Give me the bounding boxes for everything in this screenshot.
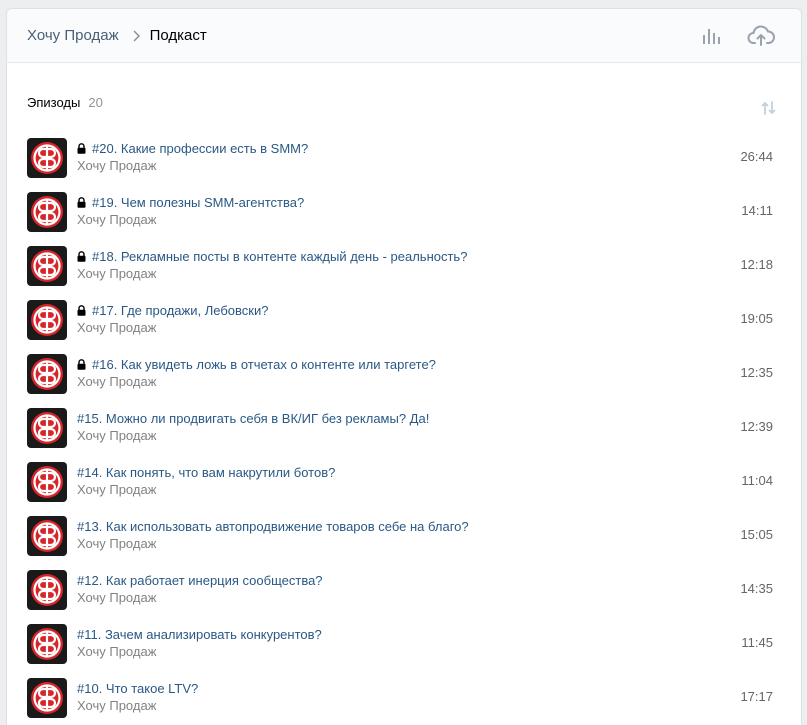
episode-texts: #20. Какие профессии есть в SMM? Хочу Пр…: [77, 134, 308, 174]
episode-duration: 12:39: [740, 419, 773, 434]
episode-row[interactable]: #16. Как увидеть ложь в отчетах о контен…: [7, 350, 801, 404]
episode-title-line: #17. Где продажи, Лебовски?: [77, 301, 268, 319]
episode-row[interactable]: #17. Где продажи, Лебовски? Хочу Продаж …: [7, 296, 801, 350]
breadcrumb-parent-link[interactable]: Хочу Продаж: [27, 27, 119, 44]
episode-duration: 11:04: [741, 473, 773, 488]
episode-row[interactable]: #20. Какие профессии есть в SMM? Хочу Пр…: [7, 134, 801, 188]
episode-row[interactable]: #14. Как понять, что вам накрутили ботов…: [7, 458, 801, 512]
episodes-section-header: Эпизоды 20: [7, 87, 801, 117]
podcast-cover-logo: [27, 300, 67, 340]
bar-chart-icon[interactable]: [701, 26, 721, 46]
episode-author[interactable]: Хочу Продаж: [77, 644, 322, 659]
podcast-cover-logo: [27, 462, 67, 502]
episode-row[interactable]: #15. Можно ли продвигать себя в ВК/ИГ бе…: [7, 404, 801, 458]
episode-duration: 11:45: [741, 635, 773, 650]
episode-duration: 26:44: [740, 149, 773, 164]
episode-row[interactable]: #11. Зачем анализировать конкурентов? Хо…: [7, 620, 801, 674]
episode-author[interactable]: Хочу Продаж: [77, 590, 323, 605]
lock-icon: [77, 250, 86, 262]
episode-row[interactable]: #18. Рекламные посты в контенте каждый д…: [7, 242, 801, 296]
episode-title[interactable]: #17. Где продажи, Лебовски?: [92, 303, 268, 318]
episode-row[interactable]: #12. Как работает инерция сообщества? Хо…: [7, 566, 801, 620]
podcast-cover-logo: [27, 408, 67, 448]
episode-title[interactable]: #14. Как понять, что вам накрутили ботов…: [77, 465, 335, 480]
episode-texts: #19. Чем полезны SMM-агентства? Хочу Про…: [77, 188, 304, 228]
podcast-cover-logo: [27, 138, 67, 178]
episode-duration: 17:17: [740, 689, 773, 704]
podcast-cover-logo: [27, 624, 67, 664]
chevron-right-icon: [132, 30, 140, 42]
episode-duration: 19:05: [740, 311, 773, 326]
episode-row[interactable]: #19. Чем полезны SMM-агентства? Хочу Про…: [7, 188, 801, 242]
podcast-cover-logo: [27, 246, 67, 286]
episode-texts: #13. Как использовать автопродвижение то…: [77, 512, 469, 552]
lock-icon: [77, 142, 86, 154]
episode-title[interactable]: #10. Что такое LTV?: [77, 681, 198, 696]
episode-texts: #12. Как работает инерция сообщества? Хо…: [77, 566, 323, 606]
episode-duration: 14:35: [740, 581, 773, 596]
breadcrumb-current: Подкаст: [149, 27, 207, 44]
episode-title[interactable]: #16. Как увидеть ложь в отчетах о контен…: [92, 357, 436, 372]
episode-title-line: #14. Как понять, что вам накрутили ботов…: [77, 463, 335, 481]
episode-duration: 12:18: [740, 257, 773, 272]
sort-icon[interactable]: [761, 100, 777, 116]
episode-title-line: #20. Какие профессии есть в SMM?: [77, 139, 308, 157]
episode-author[interactable]: Хочу Продаж: [77, 698, 198, 713]
episode-row[interactable]: #10. Что такое LTV? Хочу Продаж 17:17: [7, 674, 801, 725]
episode-author[interactable]: Хочу Продаж: [77, 536, 469, 551]
episode-count: 20: [88, 94, 103, 110]
episode-texts: #14. Как понять, что вам накрутили ботов…: [77, 458, 335, 498]
episode-title-line: #10. Что такое LTV?: [77, 679, 198, 697]
episode-title-line: #18. Рекламные посты в контенте каждый д…: [77, 247, 467, 265]
episode-title-line: #12. Как работает инерция сообщества?: [77, 571, 323, 589]
episode-title[interactable]: #20. Какие профессии есть в SMM?: [92, 141, 308, 156]
episode-list: #20. Какие профессии есть в SMM? Хочу Пр…: [7, 134, 801, 725]
episode-texts: #15. Можно ли продвигать себя в ВК/ИГ бе…: [77, 404, 429, 444]
episode-duration: 15:05: [740, 527, 773, 542]
episode-texts: #10. Что такое LTV? Хочу Продаж: [77, 674, 198, 714]
podcast-card: Хочу Продаж Подкаст Эпизоды 20 #20. Каки…: [6, 8, 802, 725]
cloud-upload-icon[interactable]: [747, 25, 775, 47]
podcast-cover-logo: [27, 570, 67, 610]
lock-icon: [77, 304, 86, 316]
page-header: Хочу Продаж Подкаст: [7, 9, 801, 63]
podcast-cover-logo: [27, 678, 67, 718]
podcast-cover-logo: [27, 192, 67, 232]
episode-title[interactable]: #13. Как использовать автопродвижение то…: [77, 519, 469, 534]
lock-icon: [77, 196, 86, 208]
episode-title-line: #13. Как использовать автопродвижение то…: [77, 517, 469, 535]
podcast-cover-logo: [27, 354, 67, 394]
lock-icon: [77, 358, 86, 370]
episode-author[interactable]: Хочу Продаж: [77, 320, 268, 335]
episode-title[interactable]: #15. Можно ли продвигать себя в ВК/ИГ бе…: [77, 411, 429, 426]
section-title: Эпизоды: [27, 94, 81, 110]
episode-duration: 12:35: [740, 365, 773, 380]
episode-row[interactable]: #13. Как использовать автопродвижение то…: [7, 512, 801, 566]
episode-texts: #18. Рекламные посты в контенте каждый д…: [77, 242, 467, 282]
episode-texts: #17. Где продажи, Лебовски? Хочу Продаж: [77, 296, 268, 336]
episode-title[interactable]: #11. Зачем анализировать конкурентов?: [77, 627, 322, 642]
episode-duration: 14:11: [741, 203, 773, 218]
episode-title-line: #15. Можно ли продвигать себя в ВК/ИГ бе…: [77, 409, 429, 427]
episode-title[interactable]: #18. Рекламные посты в контенте каждый д…: [92, 249, 467, 264]
episode-author[interactable]: Хочу Продаж: [77, 212, 304, 227]
episode-author[interactable]: Хочу Продаж: [77, 158, 308, 173]
episode-title[interactable]: #12. Как работает инерция сообщества?: [77, 573, 323, 588]
episode-title-line: #19. Чем полезны SMM-агентства?: [77, 193, 304, 211]
header-actions: [701, 9, 775, 62]
episode-texts: #11. Зачем анализировать конкурентов? Хо…: [77, 620, 322, 660]
episode-author[interactable]: Хочу Продаж: [77, 374, 436, 389]
episode-title-line: #16. Как увидеть ложь в отчетах о контен…: [77, 355, 436, 373]
episode-author[interactable]: Хочу Продаж: [77, 482, 335, 497]
episode-texts: #16. Как увидеть ложь в отчетах о контен…: [77, 350, 436, 390]
episode-author[interactable]: Хочу Продаж: [77, 266, 467, 281]
episode-title[interactable]: #19. Чем полезны SMM-агентства?: [92, 195, 304, 210]
episode-author[interactable]: Хочу Продаж: [77, 428, 429, 443]
episode-title-line: #11. Зачем анализировать конкурентов?: [77, 625, 322, 643]
podcast-cover-logo: [27, 516, 67, 556]
